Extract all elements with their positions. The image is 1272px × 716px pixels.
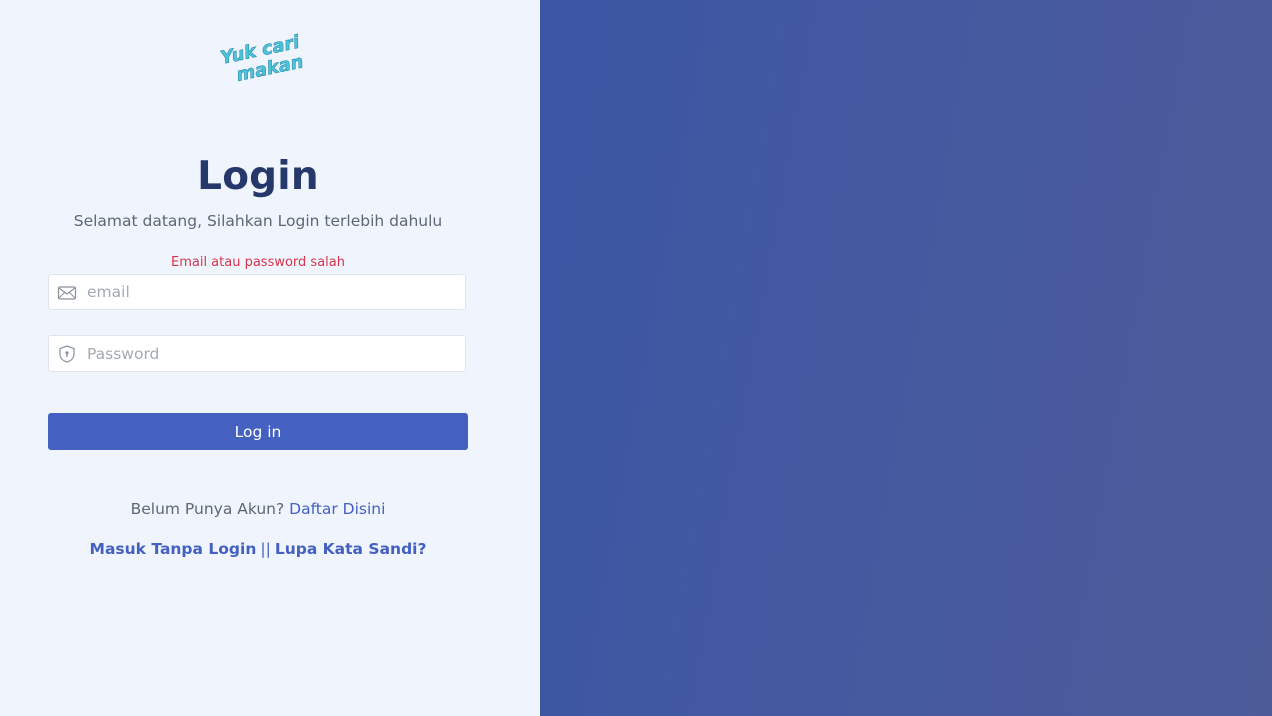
login-panel: Yuk cari makan Login Selamat datang, Sil… (0, 0, 540, 716)
email-field[interactable] (48, 274, 466, 310)
password-input[interactable] (87, 336, 459, 371)
register-prompt: Belum Punya Akun? (130, 500, 285, 518)
password-field[interactable] (48, 335, 466, 372)
email-input[interactable] (87, 275, 459, 309)
envelope-icon (57, 283, 77, 303)
extra-links-row: Masuk Tanpa Login || Lupa Kata Sandi? (0, 540, 516, 558)
page-subtitle: Selamat datang, Silahkan Login terlebih … (73, 212, 443, 230)
page-title: Login (197, 154, 319, 199)
register-prompt-row: Belum Punya Akun? Daftar Disini (0, 500, 516, 518)
link-separator: || (260, 540, 271, 558)
login-page: Yuk cari makan Login Selamat datang, Sil… (0, 0, 1272, 716)
guest-login-link[interactable]: Masuk Tanpa Login (90, 540, 257, 558)
login-button[interactable]: Log in (48, 413, 468, 450)
forgot-password-link[interactable]: Lupa Kata Sandi? (275, 540, 427, 558)
hero-panel (540, 0, 1272, 716)
register-link[interactable]: Daftar Disini (289, 500, 385, 518)
brand-logo: Yuk cari makan (212, 30, 308, 90)
shield-icon (57, 344, 77, 364)
error-message: Email atau password salah (170, 255, 345, 270)
